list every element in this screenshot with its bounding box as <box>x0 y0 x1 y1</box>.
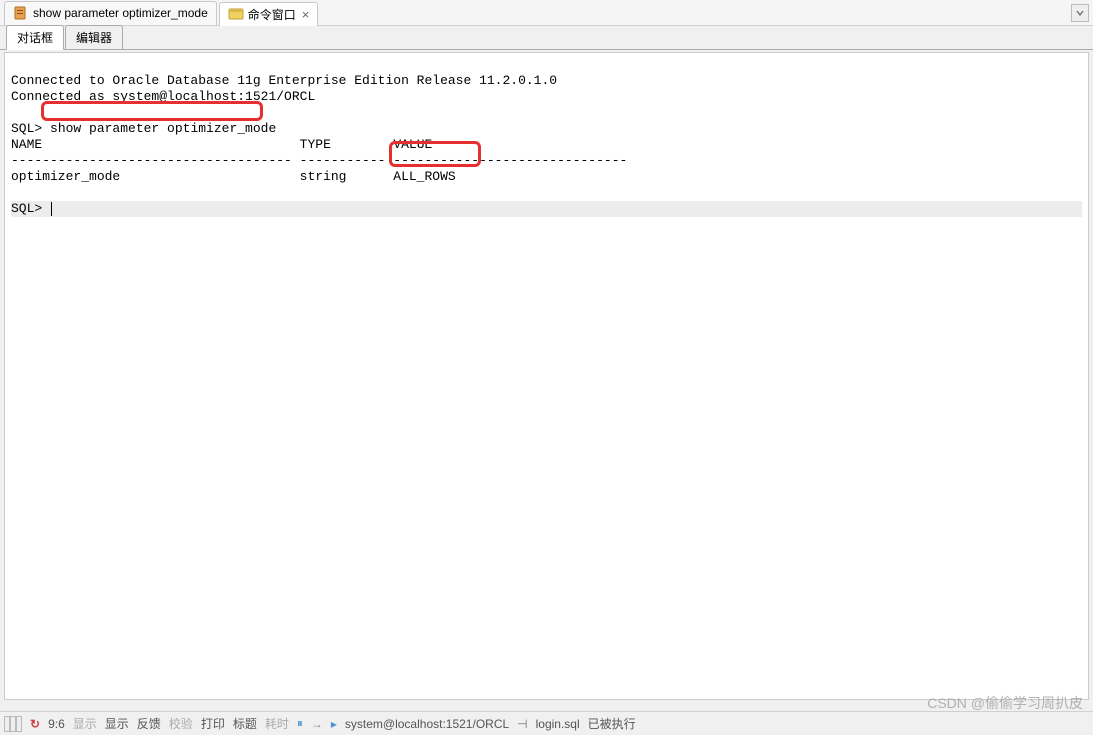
row-name: optimizer_mode <box>11 169 120 184</box>
status-item[interactable]: 标题 <box>233 715 257 732</box>
pin-icon[interactable]: ⊣ <box>517 717 527 731</box>
sub-tab-dialog[interactable]: 对话框 <box>6 25 64 50</box>
sql-terminal[interactable]: Connected to Oracle Database 11g Enterpr… <box>4 52 1089 700</box>
tab-dropdown-button[interactable] <box>1071 4 1089 22</box>
status-indicator-pills <box>4 716 22 732</box>
arrow-right-icon[interactable]: → <box>311 717 323 731</box>
sql-file-icon <box>13 5 29 21</box>
status-item[interactable]: 反馈 <box>137 715 161 732</box>
sql-prompt: SQL> <box>11 121 50 136</box>
sql-command: show parameter optimizer_mode <box>50 121 276 136</box>
tab-command-window[interactable]: 命令窗口 × <box>219 2 319 26</box>
text-cursor <box>51 202 52 216</box>
status-bar: ↻ 9:6 显示 显示 反馈 校验 打印 标题 耗时 ⏸ → ▸ system@… <box>0 711 1093 735</box>
script-name: login.sql <box>536 717 580 731</box>
cursor-position: 9:6 <box>48 717 65 731</box>
status-item[interactable]: 校验 <box>169 715 193 732</box>
play-icon[interactable]: ▸ <box>331 717 337 731</box>
col-header-name: NAME <box>11 137 42 152</box>
connection-string: system@localhost:1521/ORCL <box>345 717 509 731</box>
row-type: string <box>300 169 347 184</box>
col-header-type: TYPE <box>300 137 331 152</box>
highlight-annotation <box>41 101 263 121</box>
status-item[interactable]: 打印 <box>201 715 225 732</box>
row-value: ALL_ROWS <box>393 169 455 184</box>
editor-tab-bar: show parameter optimizer_mode 命令窗口 × <box>0 0 1093 26</box>
tab-label: 命令窗口 <box>248 6 296 23</box>
separator-line: ------------------------------------ ---… <box>11 153 627 168</box>
sub-tab-bar: 对话框 编辑器 <box>0 26 1093 50</box>
col-header-value: VALUE <box>393 137 432 152</box>
reload-icon[interactable]: ↻ <box>30 717 40 731</box>
sub-tab-editor[interactable]: 编辑器 <box>65 25 123 49</box>
status-item[interactable]: 显示 <box>105 715 129 732</box>
command-window-icon <box>228 6 244 22</box>
pause-icon[interactable]: ⏸ <box>297 716 303 731</box>
tab-show-parameter[interactable]: show parameter optimizer_mode <box>4 1 217 25</box>
terminal-line: Connected to Oracle Database 11g Enterpr… <box>11 73 565 88</box>
sql-prompt: SQL> <box>11 201 50 216</box>
status-item[interactable]: 耗时 <box>265 715 289 732</box>
execution-status: 已被执行 <box>588 715 636 732</box>
status-item[interactable]: 显示 <box>73 715 97 732</box>
close-icon[interactable]: × <box>302 7 310 22</box>
terminal-line: Connected as system@localhost:1521/ORCL <box>11 89 315 104</box>
tab-label: show parameter optimizer_mode <box>33 6 208 20</box>
